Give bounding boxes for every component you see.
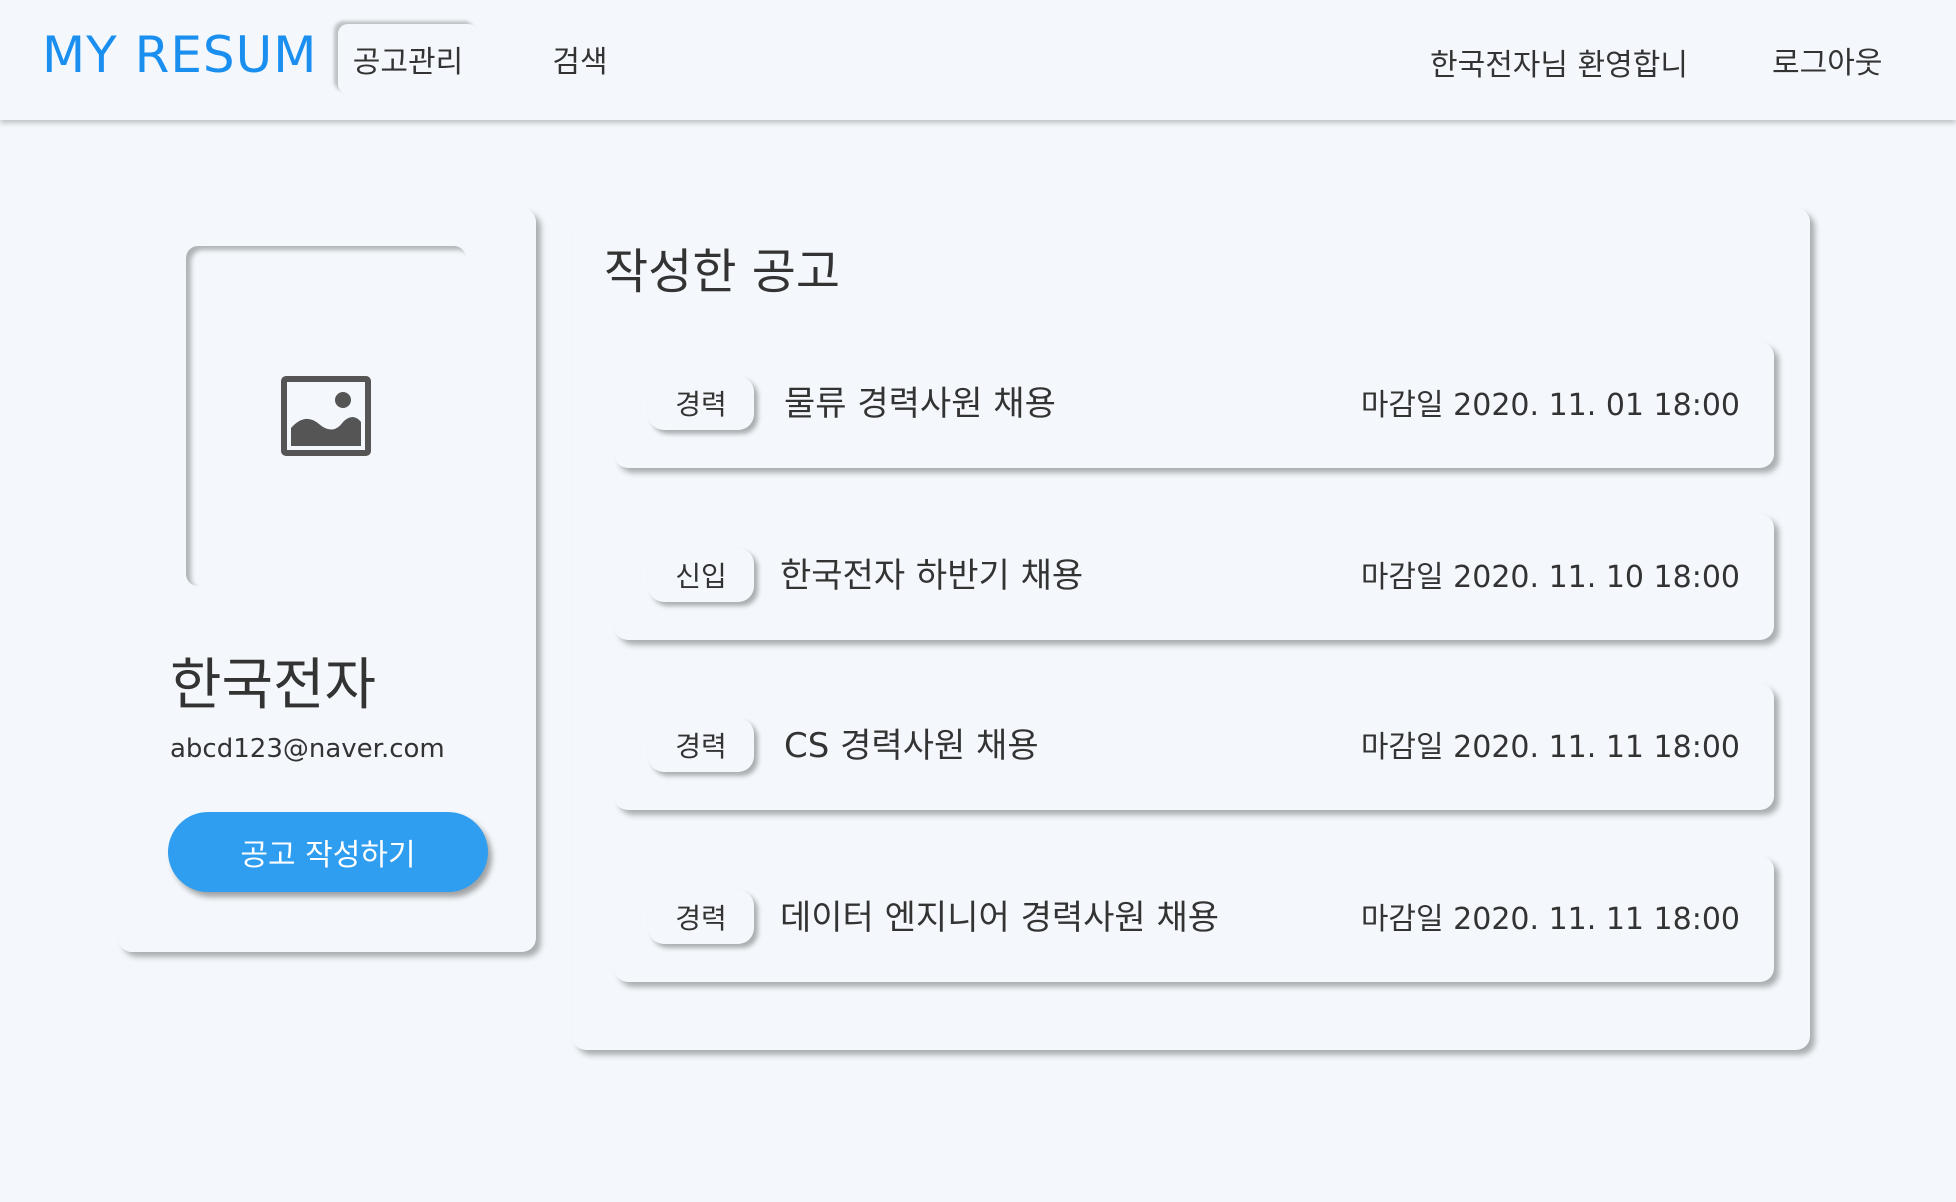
posting-item[interactable]: 신입 한국전자 하반기 채용 마감일 2020. 11. 10 18:00 xyxy=(614,514,1774,640)
logout-link[interactable]: 로그아웃 xyxy=(1772,38,1882,82)
company-email: abcd123@naver.com xyxy=(170,734,445,764)
written-postings-panel: 작성한 공고 경력 물류 경력사원 채용 마감일 2020. 11. 01 18… xyxy=(572,208,1810,1050)
page: MY RESUM 공고관리 검색 한국전자님 환영합니 로그아웃 한국전자 ab… xyxy=(0,0,1956,1202)
career-type-badge: 경력 xyxy=(648,718,754,772)
image-placeholder-icon xyxy=(281,376,371,456)
company-profile-card: 한국전자 abcd123@naver.com 공고 작성하기 xyxy=(118,208,536,952)
tab-posting-management[interactable]: 공고관리 xyxy=(338,24,478,94)
logo[interactable]: MY RESUM xyxy=(42,26,317,84)
posting-title: 한국전자 하반기 채용 xyxy=(780,556,1084,596)
posting-deadline: 마감일 2020. 11. 11 18:00 xyxy=(1360,902,1740,937)
company-name: 한국전자 xyxy=(170,653,377,718)
posting-title: 데이터 엔지니어 경력사원 채용 xyxy=(780,898,1220,938)
career-type-badge: 경력 xyxy=(648,890,754,944)
career-type-badge: 신입 xyxy=(648,548,754,602)
tab-search[interactable]: 검색 xyxy=(540,24,620,94)
create-posting-button[interactable]: 공고 작성하기 xyxy=(168,812,488,892)
career-type-badge: 경력 xyxy=(648,376,754,430)
posting-deadline: 마감일 2020. 11. 11 18:00 xyxy=(1360,730,1740,765)
posting-title: 물류 경력사원 채용 xyxy=(784,384,1056,424)
posting-deadline: 마감일 2020. 11. 01 18:00 xyxy=(1360,388,1740,423)
posting-title: CS 경력사원 채용 xyxy=(784,726,1039,766)
posting-deadline: 마감일 2020. 11. 10 18:00 xyxy=(1360,560,1740,595)
posting-item[interactable]: 경력 물류 경력사원 채용 마감일 2020. 11. 01 18:00 xyxy=(614,342,1774,468)
company-image-placeholder[interactable] xyxy=(186,246,466,586)
posting-item[interactable]: 경력 데이터 엔지니어 경력사원 채용 마감일 2020. 11. 11 18:… xyxy=(614,856,1774,982)
top-header: MY RESUM 공고관리 검색 한국전자님 환영합니 로그아웃 xyxy=(0,0,1956,120)
welcome-message: 한국전자님 환영합니 xyxy=(1430,48,1688,83)
posting-item[interactable]: 경력 CS 경력사원 채용 마감일 2020. 11. 11 18:00 xyxy=(614,684,1774,810)
panel-title: 작성한 공고 xyxy=(604,244,841,300)
